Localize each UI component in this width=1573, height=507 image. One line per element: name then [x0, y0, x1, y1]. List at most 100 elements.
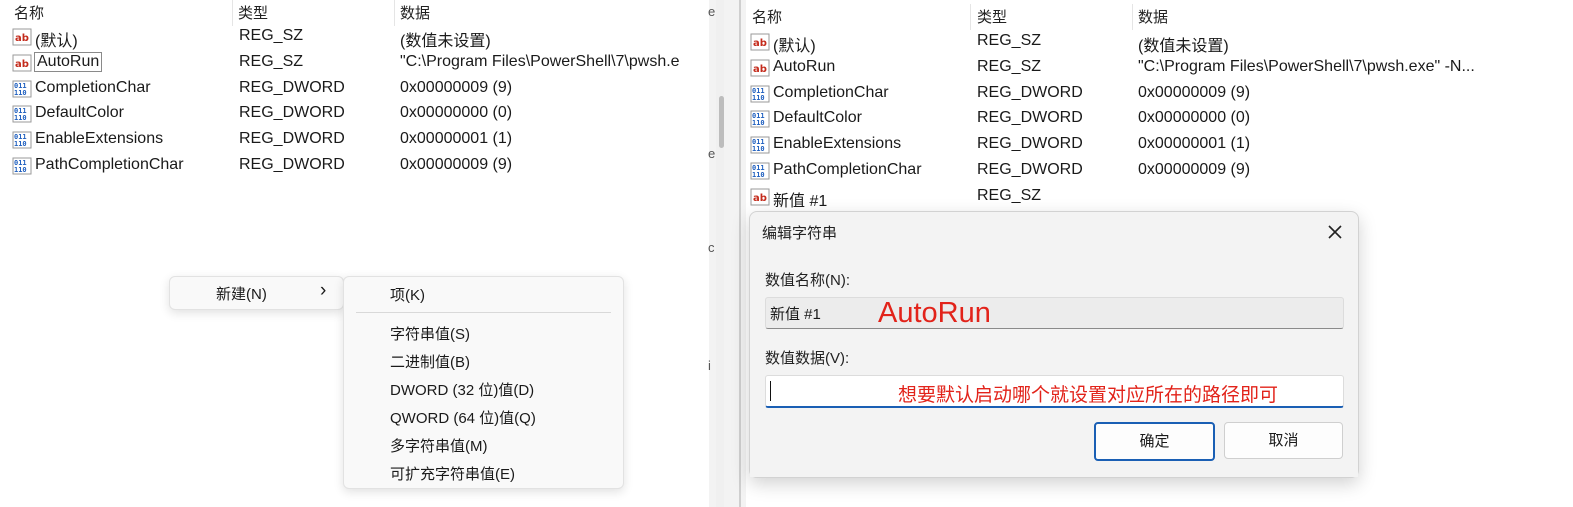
string-value-icon: ab [12, 53, 32, 73]
cancel-button[interactable]: 取消 [1224, 422, 1343, 459]
column-header-row: 名称 类型 数据 [746, 4, 1573, 30]
column-header-type[interactable]: 类型 [977, 6, 1007, 27]
table-row[interactable]: 011 110 EnableExtensions REG_DWORD 0x0000000… [746, 132, 1573, 158]
svg-text:110: 110 [752, 171, 765, 179]
column-header-data[interactable]: 数据 [1138, 6, 1168, 27]
string-value-icon: ab [750, 32, 770, 52]
table-row[interactable]: ab AutoRun REG_SZ "C:\Program Files\PowerSh… [0, 50, 709, 76]
table-row[interactable]: 011 110 DefaultColor REG_DWORD 0x00000000 (0… [746, 106, 1573, 132]
dword-value-icon: 011 110 [12, 130, 32, 150]
menu-item-multi-string-value[interactable]: 多字符串值(M) [390, 435, 488, 456]
close-icon[interactable] [1323, 220, 1347, 244]
value-type-cell: REG_DWORD [977, 135, 1083, 153]
svg-text:110: 110 [14, 166, 27, 174]
value-data-cell: "C:\Program Files\PowerShell\7\pwsh.e [400, 52, 680, 70]
svg-text:ab: ab [753, 64, 767, 75]
clipped-text: i [708, 358, 711, 373]
table-row[interactable]: 011 110 PathCompletionChar REG_DWORD 0x00000… [746, 158, 1573, 184]
value-type-cell: REG_DWORD [977, 109, 1083, 127]
value-type-cell: REG_SZ [239, 27, 304, 44]
menu-item-new[interactable]: 新建(N) [216, 283, 267, 304]
value-name-cell: 新值 #1 [773, 192, 828, 210]
clipped-text: e [708, 4, 716, 19]
ok-button[interactable]: 确定 [1094, 422, 1215, 461]
column-separator[interactable] [232, 0, 233, 26]
value-name-cell: (默认) [35, 33, 78, 50]
column-header-name[interactable]: 名称 [752, 6, 782, 27]
value-name-cell: EnableExtensions [35, 130, 164, 148]
value-type-cell: REG_SZ [977, 186, 1042, 204]
vertical-scrollbar[interactable] [716, 0, 724, 507]
svg-text:110: 110 [14, 114, 27, 122]
menu-item-qword-value[interactable]: QWORD (64 位)值(Q) [390, 407, 536, 428]
svg-text:ab: ab [753, 38, 767, 49]
svg-text:110: 110 [752, 94, 765, 102]
table-row[interactable]: ab AutoRun REG_SZ "C:\Program Files\PowerSh… [746, 55, 1573, 81]
string-value-icon: ab [750, 58, 770, 78]
value-data-cell: 0x00000009 (9) [1138, 83, 1251, 101]
value-data-cell: 0x00000000 (0) [400, 104, 513, 122]
column-separator[interactable] [1132, 4, 1133, 30]
scrollbar-thumb[interactable] [719, 96, 724, 148]
table-row[interactable]: ab 新值 #1 REG_SZ [746, 184, 1573, 210]
svg-text:110: 110 [752, 145, 765, 153]
value-name-field[interactable]: 新值 #1 [765, 297, 1344, 329]
panel-divider [739, 0, 741, 507]
value-name-text: 新值 #1 [770, 306, 821, 323]
value-name-cell: DefaultColor [773, 109, 862, 127]
table-row[interactable]: 011 110 PathCompletionChar REG_DWORD 0x00000… [0, 153, 709, 179]
menu-separator [356, 312, 611, 313]
value-data-cell: 0x00000000 (0) [1138, 109, 1251, 127]
menu-item-key[interactable]: 项(K) [390, 284, 425, 305]
new-submenu: 项(K) 字符串值(S) 二进制值(B) DWORD (32 位)值(D) QW… [343, 276, 624, 489]
edit-string-dialog: 编辑字符串 数值名称(N): 新值 #1 数值数据(V): 确定 取消 [749, 211, 1359, 478]
svg-text:110: 110 [14, 140, 27, 148]
table-row[interactable]: 011 110 CompletionChar REG_DWORD 0x00000009 … [746, 81, 1573, 107]
value-type-cell: REG_DWORD [239, 156, 345, 173]
svg-text:110: 110 [14, 89, 27, 97]
table-row[interactable]: 011 110 DefaultColor REG_DWORD 0x00000000 (0… [0, 101, 709, 127]
menu-item-binary-value[interactable]: 二进制值(B) [390, 351, 470, 372]
value-data-cell: (数值未设置) [1138, 38, 1229, 55]
value-type-cell: REG_SZ [977, 57, 1042, 75]
table-row[interactable]: ab (默认) REG_SZ (数值未设置) [0, 24, 709, 50]
value-name-cell: EnableExtensions [773, 135, 902, 153]
svg-text:110: 110 [752, 119, 765, 127]
value-data-label: 数值数据(V): [765, 350, 850, 367]
column-header-type[interactable]: 类型 [238, 2, 268, 23]
clipped-text: e [708, 146, 716, 161]
value-name-cell: CompletionChar [773, 83, 889, 101]
table-row[interactable]: 011 110 CompletionChar REG_DWORD 0x00000009 … [0, 76, 709, 102]
value-data-cell: 0x00000009 (9) [400, 156, 513, 173]
value-name-cell: CompletionChar [35, 78, 151, 96]
annotation-path-hint: 想要默认启动哪个就设置对应所在的路径即可 [898, 385, 1279, 406]
column-header-row: 名称 类型 数据 [0, 0, 709, 26]
value-name-cell: (默认) [773, 38, 816, 55]
svg-text:ab: ab [15, 59, 29, 70]
dword-value-icon: 011 110 [750, 84, 770, 104]
column-separator[interactable] [394, 0, 395, 26]
menu-item-dword-value[interactable]: DWORD (32 位)值(D) [390, 379, 534, 400]
column-separator[interactable] [970, 4, 971, 30]
value-data-cell: 0x00000001 (1) [400, 130, 513, 148]
string-value-icon: ab [750, 187, 770, 207]
value-data-cell: (数值未设置) [400, 33, 491, 50]
column-header-name[interactable]: 名称 [14, 2, 44, 23]
context-menu: 新建(N) › [169, 276, 344, 310]
menu-item-string-value[interactable]: 字符串值(S) [390, 323, 470, 344]
value-type-cell: REG_DWORD [239, 130, 345, 148]
value-type-cell: REG_DWORD [239, 78, 345, 96]
value-name-cell: AutoRun [33, 51, 103, 72]
value-data-cell: 0x00000009 (9) [1138, 161, 1251, 178]
value-name-label: 数值名称(N): [765, 272, 850, 289]
table-row[interactable]: ab (默认) REG_SZ (数值未设置) [746, 29, 1573, 55]
table-row[interactable]: 011 110 EnableExtensions REG_DWORD 0x0000000… [0, 127, 709, 153]
dword-value-icon: 011 110 [750, 109, 770, 129]
dword-value-icon: 011 110 [750, 135, 770, 155]
column-header-data[interactable]: 数据 [400, 2, 430, 23]
menu-item-expandable-string-value[interactable]: 可扩充字符串值(E) [390, 463, 515, 484]
dword-value-icon: 011 110 [12, 156, 32, 176]
value-type-cell: REG_SZ [977, 32, 1042, 49]
value-type-cell: REG_DWORD [977, 161, 1083, 178]
value-type-cell: REG_SZ [239, 52, 304, 70]
